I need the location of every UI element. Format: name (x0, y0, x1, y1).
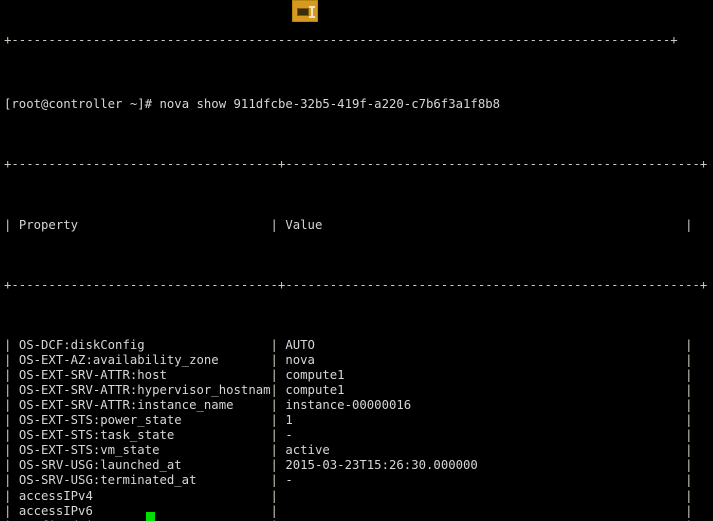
cell-property: OS-EXT-SRV-ATTR:hypervisor_hostnam (18, 383, 271, 398)
table-row: | OS-DCF:diskConfig | AUTO | (0, 338, 713, 353)
table-left-border: | (4, 413, 19, 428)
cell-value: compute1 (285, 368, 686, 383)
table-row: | OS-EXT-STS:task_state | - | (0, 428, 713, 443)
cell-value: 2015-03-23T15:26:30.000000 (285, 458, 686, 473)
table-column-separator: | (270, 428, 286, 443)
table-column-separator: | (270, 413, 286, 428)
table-right-border: | (685, 353, 693, 368)
cell-value: active (285, 443, 686, 458)
window-cursor-icon-body (297, 8, 309, 16)
cell-property: OS-EXT-STS:vm_state (18, 443, 271, 458)
table-left-border: | (4, 488, 19, 503)
table-header-row: | Property | Value | (0, 218, 713, 233)
table-right-border: | (685, 443, 693, 458)
table-row: | OS-EXT-SRV-ATTR:host | compute1 | (0, 368, 713, 383)
cell-property: OS-EXT-STS:task_state (18, 428, 271, 443)
column-header-property: Property (18, 217, 271, 232)
cell-value (285, 489, 685, 503)
table-column-separator: | (270, 503, 286, 518)
table-column-separator: | (270, 368, 286, 383)
table-row: | accessIPv6 | | (0, 504, 713, 519)
table-column-separator: | (270, 217, 286, 232)
table-border-top: +------------------------------------+--… (4, 157, 708, 172)
top-border-partial: +---------------------------------------… (4, 37, 678, 45)
table-border-header: +------------------------------------+--… (4, 277, 708, 292)
cell-value: - (285, 473, 686, 488)
table-row: | OS-SRV-USG:terminated_at | - | (0, 473, 713, 488)
table-body: | OS-DCF:diskConfig | AUTO | | OS-EXT-AZ:… (0, 338, 713, 521)
cell-property: accessIPv4 (18, 488, 271, 503)
cell-value: 1 (285, 413, 686, 428)
table-header-cells: | Property | Value | (4, 218, 693, 232)
cell-value: nova (285, 353, 686, 368)
cell-property: accessIPv6 (18, 503, 271, 518)
shell-prompt: [root@controller ~]# (4, 97, 160, 112)
table-left-border: | (4, 383, 19, 398)
table-right-border: | (685, 473, 693, 488)
table-row: | OS-EXT-AZ:availability_zone | nova | (0, 353, 713, 368)
table-row: | accessIPv4 | | (0, 489, 713, 504)
table-left-border: | (4, 368, 19, 383)
cell-value (285, 504, 685, 518)
table-left-border: | (4, 473, 19, 488)
cell-value: - (285, 428, 686, 443)
cell-value: compute1 (285, 383, 686, 398)
cell-property: OS-EXT-SRV-ATTR:host (18, 368, 271, 383)
table-column-separator: | (270, 473, 286, 488)
table-row: | OS-EXT-STS:power_state | 1 | (0, 413, 713, 428)
table-left-border: | (4, 503, 19, 518)
terminal-window[interactable]: +---------------------------------------… (0, 0, 713, 521)
table-row: | OS-EXT-SRV-ATTR:instance_name | instan… (0, 398, 713, 413)
table-right-border: | (685, 458, 693, 473)
table-column-separator: | (270, 458, 286, 473)
column-header-value: Value (285, 217, 686, 232)
table-left-border: | (4, 458, 19, 473)
table-column-separator: | (270, 398, 286, 413)
table-row: | OS-EXT-SRV-ATTR:hypervisor_hostnam| co… (0, 383, 713, 398)
window-cursor-icon-bar-bottom (309, 16, 315, 18)
cell-property: OS-DCF:diskConfig (18, 338, 271, 353)
table-left-border: | (4, 428, 19, 443)
table-left-border: | (4, 338, 19, 353)
table-column-separator: | (270, 353, 286, 368)
command-line[interactable]: [root@controller ~]# nova show 911dfcbe-… (0, 97, 713, 112)
command-text: nova show 911dfcbe-32b5-419f-a220-c7b6f3… (159, 97, 501, 112)
table-column-separator: | (270, 443, 286, 458)
table-right-border: | (685, 503, 693, 518)
cell-property: OS-EXT-STS:power_state (18, 413, 271, 428)
window-cursor-icon[interactable] (292, 0, 318, 22)
table-column-separator: | (270, 488, 286, 503)
table-left-border: | (4, 398, 19, 413)
cell-value: instance-00000016 (285, 398, 686, 413)
table-right-border: | (685, 398, 693, 413)
cell-property: OS-SRV-USG:terminated_at (18, 473, 271, 488)
table-right-border: | (685, 488, 693, 503)
table-column-separator: | (270, 338, 286, 353)
table-left-border: | (4, 443, 19, 458)
table-left-border: | (4, 217, 19, 232)
table-left-border: | (4, 353, 19, 368)
table-right-border: | (685, 413, 693, 428)
cell-property: OS-EXT-SRV-ATTR:instance_name (18, 398, 271, 413)
table-right-border: | (685, 368, 693, 383)
cell-property: OS-SRV-USG:launched_at (18, 458, 271, 473)
table-right-border: | (685, 338, 693, 353)
table-right-border: | (685, 383, 693, 398)
text-cursor-block (146, 512, 155, 521)
table-right-border: | (685, 217, 693, 232)
table-row: | OS-EXT-STS:vm_state | active | (0, 443, 713, 458)
cell-value: AUTO (285, 338, 686, 353)
table-row: | OS-SRV-USG:launched_at | 2015-03-23T15… (0, 458, 713, 473)
table-column-separator: | (270, 383, 286, 398)
cell-property: OS-EXT-AZ:availability_zone (18, 353, 271, 368)
table-right-border: | (685, 428, 693, 443)
